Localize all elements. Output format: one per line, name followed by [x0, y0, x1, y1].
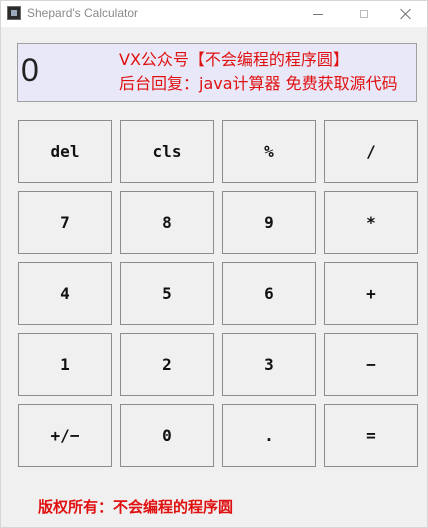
key-3[interactable]: 3 — [222, 333, 316, 396]
window-title: Shepard's Calculator — [27, 6, 139, 20]
close-button[interactable] — [383, 1, 428, 27]
copyright-footer: 版权所有：不会编程的程序圆 — [38, 498, 234, 516]
display-notice-line-1: VX公众号【不会编程的程序圆】 — [119, 50, 349, 69]
key-negate[interactable]: +/− — [18, 404, 112, 467]
app-icon — [7, 6, 21, 20]
key-1[interactable]: 1 — [18, 333, 112, 396]
maximize-icon — [360, 10, 368, 18]
key-0[interactable]: 0 — [120, 404, 214, 467]
key-plus[interactable]: + — [324, 262, 418, 325]
close-icon — [400, 8, 412, 20]
key-decimal[interactable]: . — [222, 404, 316, 467]
key-minus[interactable]: − — [324, 333, 418, 396]
minimize-icon — [313, 13, 323, 15]
key-6[interactable]: 6 — [222, 262, 316, 325]
key-9[interactable]: 9 — [222, 191, 316, 254]
key-percent[interactable]: % — [222, 120, 316, 183]
key-multiply[interactable]: * — [324, 191, 418, 254]
key-5[interactable]: 5 — [120, 262, 214, 325]
display-notice-line-2: 后台回复：java计算器 免费获取源代码 — [119, 74, 398, 93]
display-value: 0 — [21, 52, 39, 88]
key-divide[interactable]: / — [324, 120, 418, 183]
key-2[interactable]: 2 — [120, 333, 214, 396]
key-8[interactable]: 8 — [120, 191, 214, 254]
minimize-button[interactable] — [295, 1, 341, 27]
display-field: 0 VX公众号【不会编程的程序圆】 后台回复：java计算器 免费获取源代码 — [17, 43, 417, 102]
key-del[interactable]: del — [18, 120, 112, 183]
key-equals[interactable]: = — [324, 404, 418, 467]
key-cls[interactable]: cls — [120, 120, 214, 183]
calculator-window: Shepard's Calculator 0 VX公众号【不会编程的程序圆】 后… — [0, 0, 428, 528]
key-4[interactable]: 4 — [18, 262, 112, 325]
key-7[interactable]: 7 — [18, 191, 112, 254]
title-bar[interactable]: Shepard's Calculator — [1, 1, 427, 27]
maximize-button[interactable] — [341, 1, 387, 27]
